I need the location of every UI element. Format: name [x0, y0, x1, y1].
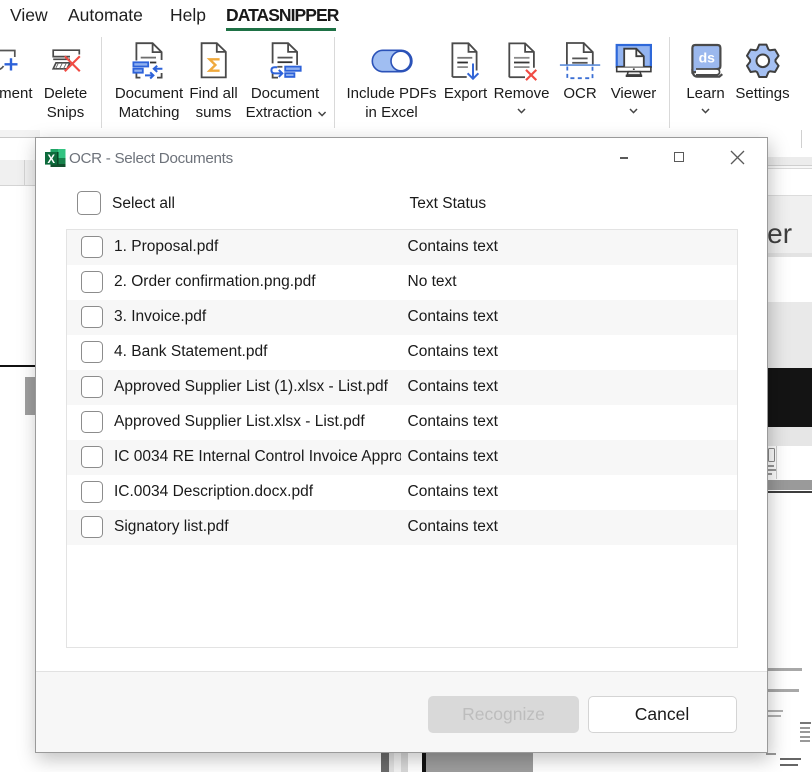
svg-text:ds: ds: [699, 49, 716, 65]
svg-text:X: X: [47, 154, 55, 166]
